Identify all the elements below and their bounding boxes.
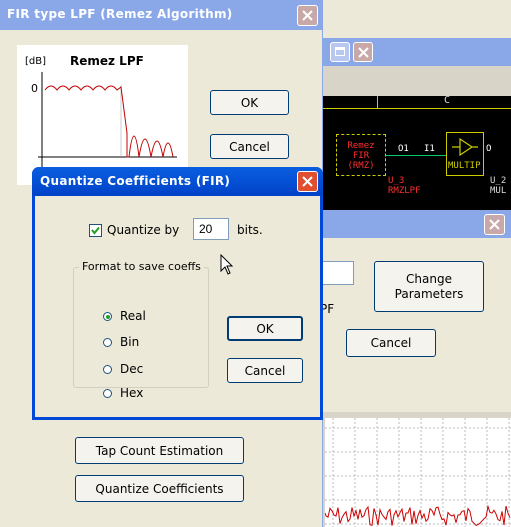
quantize-dialog: Quantize Coefficients (FIR) Quantize by … bbox=[32, 167, 323, 420]
instance-name: RMZLPF bbox=[388, 186, 421, 196]
bits-input[interactable] bbox=[193, 218, 229, 240]
port-in-label: I1 bbox=[424, 144, 435, 154]
format-radio-label: Real bbox=[120, 309, 146, 323]
right-port-label: O bbox=[486, 144, 492, 154]
maximize-button[interactable] bbox=[330, 42, 350, 62]
format-radio-label: Hex bbox=[120, 386, 144, 400]
bits-suffix: bits. bbox=[237, 223, 263, 237]
instance-label: U_3 bbox=[388, 176, 405, 186]
format-group-label: Format to save coeffs bbox=[79, 260, 204, 273]
filter-response-preview: [dB] Remez LPF 0 bbox=[17, 45, 188, 185]
parameters-cancel-label: Cancel bbox=[370, 336, 412, 350]
quantize-coefficients-label: Quantize Coefficients bbox=[95, 481, 224, 496]
radio-button-icon bbox=[103, 312, 112, 321]
radio-button-icon bbox=[103, 338, 112, 347]
schematic-column-label: C bbox=[444, 96, 451, 106]
fir-lpf-close-button[interactable] bbox=[297, 5, 318, 26]
checkmark-icon bbox=[91, 226, 100, 235]
parameters-cancel-button[interactable]: Cancel bbox=[346, 329, 436, 357]
quantize-ok-label: OK bbox=[256, 321, 274, 336]
mouse-cursor-icon bbox=[220, 254, 234, 275]
amplifier-icon bbox=[452, 137, 478, 157]
noise-plot bbox=[325, 418, 511, 527]
radio-selected-dot bbox=[105, 314, 110, 319]
quantize-titlebar: Quantize Coefficients (FIR) bbox=[32, 167, 323, 196]
parameter-input[interactable] bbox=[320, 261, 354, 285]
noise-plot-svg bbox=[325, 418, 511, 527]
quantize-body: Quantize by bits. Format to save coeffs … bbox=[35, 196, 320, 417]
change-parameters-line2: Parameters bbox=[394, 286, 464, 301]
right-instance-name: MUL bbox=[490, 186, 507, 196]
format-radio-label: Dec bbox=[120, 362, 144, 376]
radio-button-icon bbox=[103, 389, 112, 398]
close-icon bbox=[489, 219, 500, 230]
multip-label: MULTIP bbox=[448, 161, 481, 171]
close-icon bbox=[302, 176, 313, 187]
radio-button-icon bbox=[103, 365, 112, 374]
tap-count-estimation-button[interactable]: Tap Count Estimation bbox=[75, 437, 244, 464]
remez-block-label-2: FIR bbox=[352, 151, 370, 161]
maximize-icon bbox=[335, 47, 345, 56]
tap-count-label: Tap Count Estimation bbox=[95, 443, 224, 458]
schematic-window-titlebar bbox=[322, 38, 511, 66]
quantize-checkbox[interactable] bbox=[89, 224, 102, 237]
quantize-cancel-button[interactable]: Cancel bbox=[227, 358, 303, 383]
main-ok-button[interactable]: OK bbox=[210, 90, 289, 115]
schematic-ruler: C bbox=[322, 96, 511, 109]
parameters-close-button[interactable] bbox=[484, 214, 505, 235]
main-cancel-label: Cancel bbox=[229, 139, 270, 154]
quantize-title: Quantize Coefficients (FIR) bbox=[40, 174, 231, 188]
quantize-coefficients-button[interactable]: Quantize Coefficients bbox=[75, 475, 244, 502]
change-parameters-button[interactable]: Change Parameters bbox=[374, 261, 484, 312]
format-radio-label: Bin bbox=[120, 335, 140, 349]
fir-lpf-title: FIR type LPF (Remez Algorithm) bbox=[7, 7, 233, 21]
quantize-close-button[interactable] bbox=[297, 171, 318, 192]
filter-response-curve bbox=[38, 72, 177, 167]
parameters-dialog: PF Change Parameters Cancel bbox=[320, 210, 511, 412]
main-cancel-button[interactable]: Cancel bbox=[210, 134, 289, 159]
parameters-dialog-titlebar bbox=[320, 210, 511, 238]
wire bbox=[386, 155, 446, 156]
change-parameters-line1: Change bbox=[406, 271, 452, 286]
close-icon bbox=[357, 46, 369, 58]
fir-lpf-titlebar: FIR type LPF (Remez Algorithm) bbox=[0, 0, 322, 30]
noise-trace bbox=[325, 504, 511, 527]
close-icon bbox=[302, 10, 313, 21]
main-ok-label: OK bbox=[240, 95, 259, 110]
port-out-label: O1 bbox=[398, 144, 409, 154]
quantize-cancel-label: Cancel bbox=[244, 363, 286, 378]
multip-block[interactable]: MULTIP bbox=[446, 132, 484, 176]
remez-block-label-3: (RMZ) bbox=[347, 161, 375, 171]
schematic-close-button[interactable] bbox=[353, 42, 373, 62]
remez-block-label-1: Remez bbox=[347, 141, 375, 151]
quantize-ok-button[interactable]: OK bbox=[227, 316, 303, 341]
right-instance-label: U_2 bbox=[490, 176, 507, 186]
remez-fir-block[interactable]: Remez FIR (RMZ) bbox=[336, 134, 386, 176]
quantize-checkbox-label: Quantize by bbox=[107, 223, 180, 237]
